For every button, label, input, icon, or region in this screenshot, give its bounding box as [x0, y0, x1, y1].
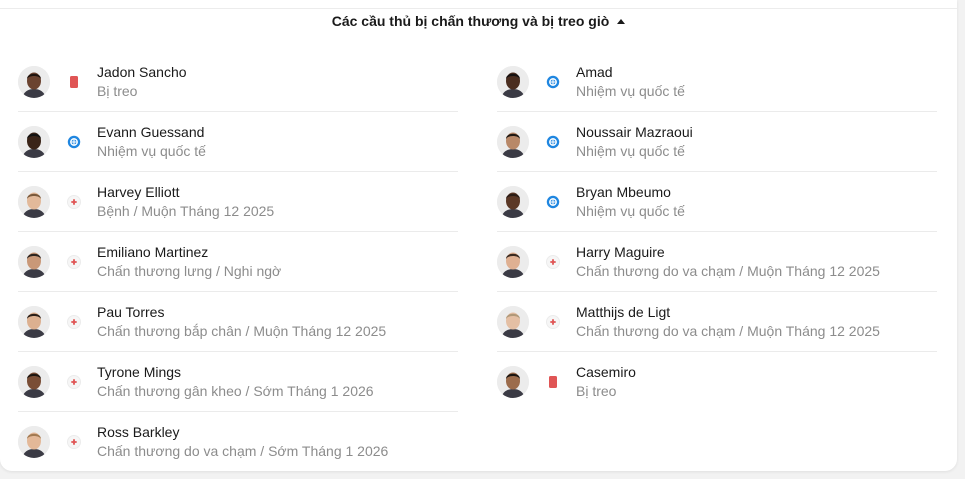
- player-row[interactable]: Harry Maguire Chấn thương do va chạm / Mu…: [497, 232, 937, 292]
- player-avatar: [497, 66, 529, 98]
- player-avatar: [497, 126, 529, 158]
- player-status-detail: Chấn thương do va chạm / Muộn Tháng 12 2…: [576, 323, 880, 339]
- injury-cross-icon: [546, 315, 560, 329]
- player-avatar: [497, 366, 529, 398]
- player-row[interactable]: Emiliano Martinez Chấn thương lưng / Nghi…: [18, 232, 458, 292]
- player-status-detail: Nhiệm vụ quốc tế: [576, 203, 685, 219]
- player-status-detail: Chấn thương lưng / Nghi ngờ: [97, 263, 282, 279]
- player-row[interactable]: Harvey Elliott Bệnh / Muộn Tháng 12 2025: [18, 172, 458, 232]
- red-card-icon: [546, 375, 560, 389]
- player-status-detail: Bị treo: [97, 83, 138, 99]
- caret-up-icon: [617, 18, 626, 24]
- player-name: Ross Barkley: [97, 424, 180, 440]
- player-avatar: [18, 66, 50, 98]
- player-avatar: [18, 306, 50, 338]
- player-row[interactable]: Bryan Mbeumo Nhiệm vụ quốc tế: [497, 172, 937, 232]
- player-status-detail: Nhiệm vụ quốc tế: [576, 143, 685, 159]
- international-duty-icon: [546, 195, 560, 209]
- player-avatar: [497, 246, 529, 278]
- player-row[interactable]: Evann Guessand Nhiệm vụ quốc tế: [18, 112, 458, 172]
- player-status-detail: Chấn thương gân kheo / Sớm Tháng 1 2026: [97, 383, 374, 399]
- player-status-detail: Bệnh / Muộn Tháng 12 2025: [97, 203, 275, 219]
- player-row[interactable]: Noussair Mazraoui Nhiệm vụ quốc tế: [497, 112, 937, 172]
- injuries-card: Các cầu thủ bị chấn thương và bị treo gi…: [0, 0, 957, 471]
- player-status-detail: Bị treo: [576, 383, 617, 399]
- international-duty-icon: [67, 135, 81, 149]
- player-row[interactable]: Ross Barkley Chấn thương do va chạm / Sớm…: [18, 412, 458, 472]
- player-name: Pau Torres: [97, 304, 165, 320]
- section-header-toggle[interactable]: Các cầu thủ bị chấn thương và bị treo gi…: [0, 12, 957, 30]
- player-status-detail: Chấn thương do va chạm / Sớm Tháng 1 202…: [97, 443, 389, 459]
- divider: [0, 8, 957, 9]
- player-name: Evann Guessand: [97, 124, 205, 140]
- player-name: Jadon Sancho: [97, 64, 187, 80]
- player-row[interactable]: Pau Torres Chấn thương bắp chân / Muộn Th…: [18, 292, 458, 352]
- player-name: Harvey Elliott: [97, 184, 180, 200]
- player-avatar: [497, 186, 529, 218]
- section-title: Các cầu thủ bị chấn thương và bị treo gi…: [331, 13, 610, 29]
- player-row[interactable]: Matthijs de Ligt Chấn thương do va chạm /…: [497, 292, 937, 352]
- player-avatar: [18, 246, 50, 278]
- player-name: Tyrone Mings: [97, 364, 182, 380]
- player-row[interactable]: Tyrone Mings Chấn thương gân kheo / Sớm T…: [18, 352, 458, 412]
- player-status-detail: Chấn thương bắp chân / Muộn Tháng 12 202…: [97, 323, 387, 339]
- player-name: Emiliano Martinez: [97, 244, 209, 260]
- injury-cross-icon: [67, 375, 81, 389]
- player-row[interactable]: Casemiro Bị treo: [497, 352, 937, 412]
- player-avatar: [18, 366, 50, 398]
- player-name: Harry Maguire: [576, 244, 665, 260]
- injury-cross-icon: [67, 435, 81, 449]
- player-status-detail: Nhiệm vụ quốc tế: [97, 143, 206, 159]
- player-name: Matthijs de Ligt: [576, 304, 671, 320]
- player-avatar: [18, 186, 50, 218]
- player-row[interactable]: Jadon Sancho Bị treo: [18, 52, 458, 112]
- international-duty-icon: [546, 75, 560, 89]
- injury-cross-icon: [67, 255, 81, 269]
- player-status-detail: Nhiệm vụ quốc tế: [576, 83, 685, 99]
- player-row[interactable]: Amad Nhiệm vụ quốc tế: [497, 52, 937, 112]
- player-list-right: Amad Nhiệm vụ quốc tế Noussair Mazraoui Nhi…: [497, 52, 937, 412]
- player-avatar: [497, 306, 529, 338]
- player-name: Amad: [576, 64, 613, 80]
- red-card-icon: [67, 75, 81, 89]
- player-avatar: [18, 426, 50, 458]
- player-avatar: [18, 126, 50, 158]
- international-duty-icon: [546, 135, 560, 149]
- player-name: Bryan Mbeumo: [576, 184, 671, 200]
- injury-cross-icon: [67, 315, 81, 329]
- player-list-left: Jadon Sancho Bị treo Evann Guessand Nhiệm v…: [18, 52, 458, 472]
- player-name: Noussair Mazraoui: [576, 124, 693, 140]
- player-name: Casemiro: [576, 364, 636, 380]
- injury-cross-icon: [67, 195, 81, 209]
- injury-cross-icon: [546, 255, 560, 269]
- player-status-detail: Chấn thương do va chạm / Muộn Tháng 12 2…: [576, 263, 880, 279]
